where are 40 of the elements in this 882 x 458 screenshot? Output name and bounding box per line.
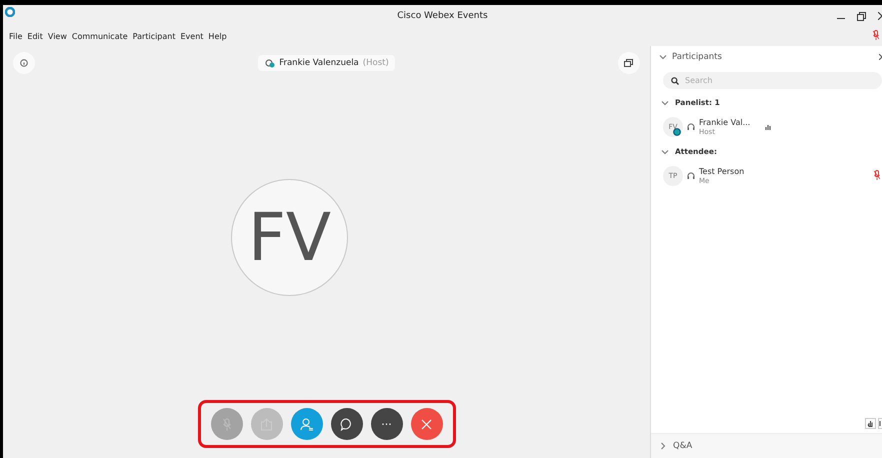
collapse-chevron-icon[interactable] (661, 148, 669, 156)
info-button[interactable] (13, 52, 35, 74)
presenter-icon (264, 58, 276, 68)
person-icon (300, 418, 314, 430)
layout-button[interactable] (618, 52, 640, 74)
chat-bubble-icon (340, 418, 353, 430)
toolbar-button[interactable] (878, 418, 882, 429)
expand-chevron-icon[interactable] (659, 442, 667, 450)
app-logo-icon (5, 7, 15, 17)
collapse-chevron-icon[interactable] (661, 98, 669, 106)
search-icon (671, 77, 679, 85)
participant-name: Frankie Val... (699, 118, 752, 127)
leave-button[interactable] (410, 408, 442, 440)
muted-microphone-icon[interactable] (874, 170, 880, 180)
participants-button[interactable] (290, 408, 322, 440)
presenter-label: Frankie Valenzuela (Host) (258, 55, 395, 71)
headset-icon (687, 172, 695, 180)
window-title: Cisco Webex Events (397, 11, 488, 21)
info-icon (20, 59, 28, 67)
more-button[interactable]: ··· (370, 408, 402, 440)
menu-item[interactable]: Help (208, 32, 227, 40)
menu-item[interactable]: Communicate (72, 32, 128, 40)
hand-button[interactable] (865, 418, 876, 429)
restore-icon[interactable] (857, 12, 866, 20)
menu-item[interactable]: File (9, 32, 22, 40)
layout-icon (624, 59, 634, 67)
collapse-chevron-icon[interactable] (659, 53, 667, 61)
qa-section[interactable]: Q&A (651, 433, 882, 458)
panel-title: Participants (672, 52, 722, 62)
participant-avatar: FV (231, 178, 348, 296)
participant-name: Test Person (699, 167, 746, 176)
menu-item[interactable]: View (48, 32, 67, 40)
menu-item[interactable]: Event (180, 32, 204, 40)
menu-item[interactable]: Edit (27, 32, 43, 40)
headset-icon (687, 123, 695, 131)
chat-button[interactable] (330, 408, 362, 440)
menu-item[interactable]: Participant (132, 32, 176, 40)
muted-microphone-icon[interactable] (873, 30, 879, 40)
muted-microphone-icon (222, 418, 230, 430)
search-field[interactable]: Search (663, 72, 882, 89)
